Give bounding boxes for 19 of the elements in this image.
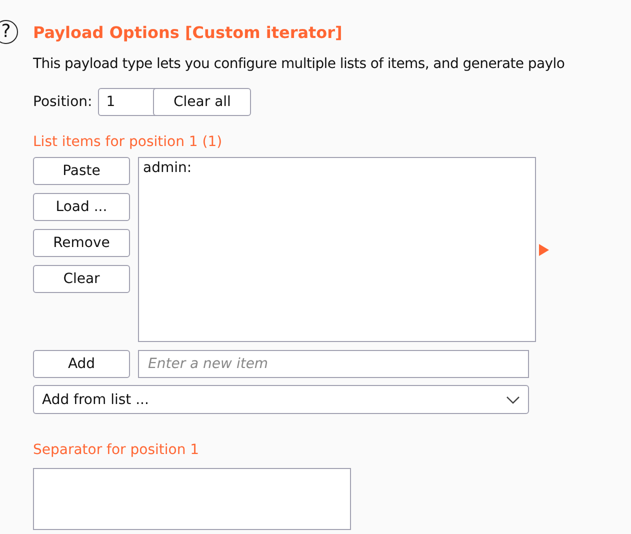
description-text: This payload type lets you configure multiple lists of items, and generate paylo: [33, 56, 566, 72]
list-action-button[interactable]: Clear: [33, 265, 130, 293]
separator-label: Separator for position 1: [33, 442, 200, 460]
list-items-label: List items for position 1 (1): [33, 134, 224, 152]
add-from-list-dropdown[interactable]: Add from list ...: [33, 385, 529, 414]
add-button[interactable]: Add: [33, 350, 130, 378]
help-icon[interactable]: ?: [0, 20, 18, 44]
section-title: Payload Options [Custom iterator]: [33, 22, 342, 42]
position-field[interactable]: 1: [98, 88, 158, 116]
position-label: Position:: [33, 94, 92, 110]
expand-arrow-icon[interactable]: [539, 244, 549, 256]
list-item[interactable]: admin:: [143, 160, 531, 176]
list-action-button[interactable]: Remove: [33, 229, 130, 257]
list-action-button[interactable]: Paste: [33, 157, 130, 185]
clear-all-button[interactable]: Clear all: [153, 88, 252, 116]
new-item-field[interactable]: Enter a new item: [138, 350, 529, 378]
chevron-down-icon: [506, 396, 520, 404]
separator-field[interactable]: [33, 468, 351, 530]
list-action-button[interactable]: Load ...: [33, 193, 130, 221]
